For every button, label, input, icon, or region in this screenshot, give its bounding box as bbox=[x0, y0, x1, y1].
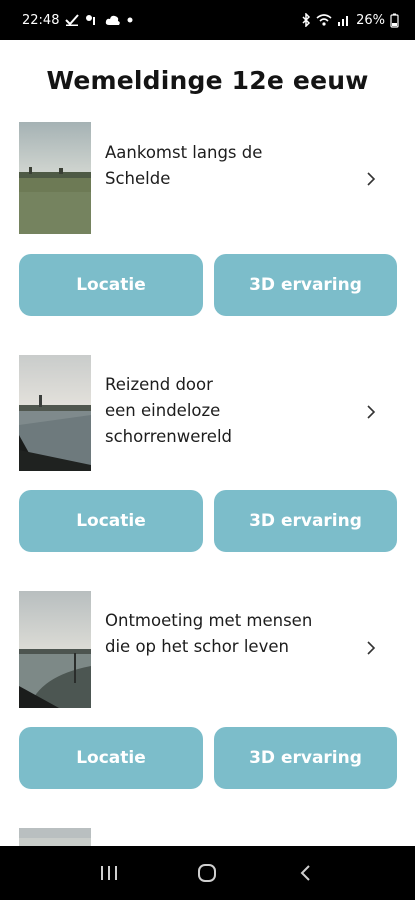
item-thumbnail bbox=[19, 591, 91, 708]
item-thumbnail bbox=[19, 122, 91, 234]
download-done-icon bbox=[65, 14, 80, 26]
item-title-line: die op het schor leven bbox=[105, 637, 289, 656]
battery-percent: 26% bbox=[356, 12, 385, 28]
location-button[interactable]: Locatie bbox=[19, 490, 203, 552]
item-title-line: schorrenwereld bbox=[105, 427, 233, 446]
status-right: 26% bbox=[301, 13, 399, 28]
3d-experience-button[interactable]: 3D ervaring bbox=[214, 254, 397, 316]
item-title-line: Aankomst langs de bbox=[105, 143, 263, 162]
list-item: Reizend door een eindeloze schorrenwerel… bbox=[0, 355, 415, 555]
item-title: Reizend door een eindeloze schorrenwerel… bbox=[105, 372, 355, 450]
item-title: Ontmoeting met mensen die op het schor l… bbox=[105, 608, 360, 660]
item-title: Aankomst langs de Schelde bbox=[105, 140, 355, 192]
status-bar: 22:48 26% bbox=[0, 0, 415, 40]
item-thumbnail bbox=[19, 828, 91, 846]
item-thumbnail bbox=[19, 355, 91, 471]
list-item: Aankomst langs de Schelde Locatie 3D erv… bbox=[0, 120, 415, 320]
location-button[interactable]: Locatie bbox=[19, 254, 203, 316]
bluetooth-icon bbox=[301, 13, 311, 27]
system-nav-bar bbox=[0, 846, 415, 900]
chevron-right-icon[interactable] bbox=[364, 171, 378, 187]
chevron-right-icon[interactable] bbox=[364, 640, 378, 656]
item-title-line: Reizend door bbox=[105, 375, 213, 394]
item-title-line: Schelde bbox=[105, 169, 171, 188]
notification-dot-icon bbox=[127, 17, 133, 23]
3d-experience-button[interactable]: 3D ervaring bbox=[214, 727, 397, 789]
page-title: Wemeldinge 12e eeuw bbox=[46, 66, 369, 95]
battery-icon bbox=[390, 13, 399, 28]
location-button[interactable]: Locatie bbox=[19, 727, 203, 789]
3d-experience-button[interactable]: 3D ervaring bbox=[214, 490, 397, 552]
item-title-line: een eindeloze bbox=[105, 401, 221, 420]
item-title-line: Ontmoeting met mensen bbox=[105, 611, 313, 630]
recent-apps-icon[interactable] bbox=[89, 853, 129, 893]
home-icon[interactable] bbox=[187, 853, 227, 893]
item-row[interactable]: Ontmoeting met mensen die op het schor l… bbox=[0, 591, 415, 711]
item-row[interactable]: Reizend door een eindeloze schorrenwerel… bbox=[0, 355, 415, 475]
item-row[interactable]: Aankomst langs de Schelde bbox=[0, 120, 415, 240]
status-time: 22:48 bbox=[22, 12, 60, 28]
signal-icon bbox=[337, 14, 351, 26]
weather-icon bbox=[85, 14, 99, 26]
back-icon[interactable] bbox=[286, 853, 326, 893]
chevron-right-icon[interactable] bbox=[364, 404, 378, 420]
list-item: Ontmoeting met mensen die op het schor l… bbox=[0, 591, 415, 791]
cloud-icon bbox=[105, 15, 121, 26]
wifi-icon bbox=[316, 14, 332, 26]
status-left: 22:48 bbox=[22, 13, 133, 28]
